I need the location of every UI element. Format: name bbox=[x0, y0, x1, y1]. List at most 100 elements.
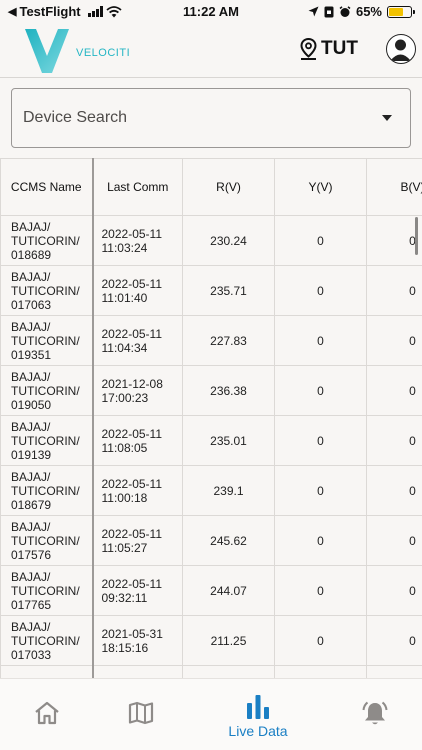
cell-r-voltage: 244.07 bbox=[182, 565, 275, 616]
column-header-ccms-name[interactable]: CCMS Name bbox=[0, 158, 94, 216]
last-comm-time: 11:05:27 bbox=[101, 540, 148, 555]
table-row[interactable]: BAJAJ/TUTICORIN/017033 2021-05-31 18:15:16… bbox=[0, 615, 422, 666]
last-comm-date: 2022-05-11 bbox=[101, 526, 163, 541]
ccms-name-line: TUTICORIN/ bbox=[11, 433, 80, 448]
ccms-name-line: 019139 bbox=[11, 447, 52, 462]
location-pin-icon bbox=[300, 38, 317, 60]
ccms-name-line: TUTICORIN/ bbox=[11, 633, 80, 648]
cell-last-comm: 2021-05-31 18:15:16 bbox=[92, 615, 183, 666]
map-icon bbox=[128, 701, 154, 725]
last-comm-date: 2022-05-11 bbox=[101, 426, 163, 441]
header-divider bbox=[0, 77, 422, 78]
brand-name: VELOCITI bbox=[76, 47, 131, 59]
cell-ccms-name: BAJAJ/ bbox=[0, 665, 94, 678]
avatar[interactable] bbox=[386, 34, 416, 64]
ccms-name-line: BAJAJ/ bbox=[11, 419, 51, 434]
nav-item-alerts[interactable] bbox=[360, 679, 390, 750]
table-row[interactable]: BAJAJ/TUTICORIN/018679 2022-05-11 11:00:18… bbox=[0, 465, 422, 516]
cell-r-voltage bbox=[182, 665, 275, 678]
column-header-y-voltage[interactable]: Y(V) bbox=[274, 158, 367, 216]
cell-last-comm: 2022-05-11 11:00:18 bbox=[92, 465, 183, 516]
cell-r-voltage: 236.38 bbox=[182, 365, 275, 416]
cell-r-voltage: 227.83 bbox=[182, 315, 275, 366]
cell-ccms-name: BAJAJ/TUTICORIN/018679 bbox=[0, 465, 94, 516]
cell-last-comm: 2021-12-08 17:00:23 bbox=[92, 365, 183, 416]
cell-y-voltage bbox=[274, 665, 367, 678]
ccms-name-line: 018679 bbox=[11, 497, 52, 512]
cell-r-voltage: 239.1 bbox=[182, 465, 275, 516]
column-header-r-voltage[interactable]: R(V) bbox=[182, 158, 275, 216]
ccms-name-line: TUTICORIN/ bbox=[11, 533, 80, 548]
cell-y-voltage: 0 bbox=[274, 415, 367, 466]
last-comm-date: 2022-05-11 bbox=[101, 276, 163, 291]
battery-icon bbox=[387, 5, 415, 18]
ccms-name-line: 017576 bbox=[11, 547, 52, 562]
cell-last-comm: 2022-05-11 11:01:40 bbox=[92, 265, 183, 316]
cell-y-voltage: 0 bbox=[274, 365, 367, 416]
cell-ccms-name: BAJAJ/TUTICORIN/017576 bbox=[0, 515, 94, 566]
cell-ccms-name: BAJAJ/TUTICORIN/017765 bbox=[0, 565, 94, 616]
last-comm-date: 2021-05-31 bbox=[101, 626, 163, 641]
ccms-name-line: TUTICORIN/ bbox=[11, 233, 80, 248]
location-selector[interactable]: TUT bbox=[300, 38, 358, 60]
column-header-last-comm[interactable]: Last Comm bbox=[92, 158, 183, 216]
ccms-name-line: TUTICORIN/ bbox=[11, 483, 80, 498]
table-row[interactable]: BAJAJ/TUTICORIN/017063 2022-05-11 11:01:40… bbox=[0, 265, 422, 316]
ccms-name-line: TUTICORIN/ bbox=[11, 583, 80, 598]
last-comm-date: 2022-05-11 bbox=[101, 226, 163, 241]
cell-b-voltage: 0 bbox=[366, 415, 422, 466]
cell-b-voltage: 0 bbox=[366, 465, 422, 516]
last-comm-time: 11:03:24 bbox=[101, 240, 148, 255]
cell-y-voltage: 0 bbox=[274, 615, 367, 666]
location-arrow-icon bbox=[308, 6, 319, 17]
dropdown-arrow-icon[interactable] bbox=[382, 115, 392, 121]
ccms-name-line: BAJAJ/ bbox=[11, 269, 51, 284]
battery-fill bbox=[389, 7, 403, 16]
table-row[interactable]: BAJAJ/TUTICORIN/019050 2021-12-08 17:00:23… bbox=[0, 365, 422, 416]
bell-alert-icon bbox=[362, 701, 388, 725]
bottom-nav: Live Data bbox=[0, 678, 422, 750]
cell-last-comm: 2022-05-11 11:05:27 bbox=[92, 515, 183, 566]
ccms-name-line: BAJAJ/ bbox=[11, 519, 51, 534]
table-row[interactable]: BAJAJ/TUTICORIN/019351 2022-05-11 11:04:34… bbox=[0, 315, 422, 366]
column-header-b-voltage[interactable]: B(V) bbox=[366, 158, 422, 216]
home-icon bbox=[35, 701, 59, 725]
cell-last-comm: 2022-05-11 11:04:34 bbox=[92, 315, 183, 366]
nav-item-home[interactable] bbox=[30, 679, 64, 750]
alarm-icon bbox=[339, 5, 351, 17]
cell-y-voltage: 0 bbox=[274, 265, 367, 316]
last-comm-date: 2022-05-11 bbox=[101, 326, 163, 341]
table-row[interactable]: BAJAJ/TUTICORIN/017765 2022-05-11 09:32:11… bbox=[0, 565, 422, 616]
bar-chart-icon bbox=[247, 695, 269, 719]
status-right: 65% bbox=[308, 4, 415, 19]
cell-b-voltage: 0 bbox=[366, 215, 422, 266]
cell-last-comm: 2022-05-11 09:32:11 bbox=[92, 565, 183, 616]
velociti-logo-icon bbox=[25, 29, 69, 73]
table-scrollbar[interactable] bbox=[415, 217, 418, 255]
last-comm-time: 17:00:23 bbox=[101, 390, 149, 405]
table-row[interactable]: BAJAJ/ bbox=[0, 665, 422, 678]
last-comm-date: 2022-05-11 bbox=[101, 576, 163, 591]
table-row[interactable]: BAJAJ/TUTICORIN/019139 2022-05-11 11:08:05… bbox=[0, 415, 422, 466]
ccms-name-line: 017765 bbox=[11, 597, 52, 612]
table-row[interactable]: BAJAJ/TUTICORIN/017576 2022-05-11 11:05:27… bbox=[0, 515, 422, 566]
last-comm-date: 2021-12-08 bbox=[101, 376, 163, 391]
ccms-name-line: 018689 bbox=[11, 247, 52, 262]
ccms-name-line: BAJAJ/ bbox=[11, 369, 51, 384]
cell-b-voltage bbox=[366, 665, 422, 678]
ccms-name-line: 017063 bbox=[11, 297, 52, 312]
last-comm-time: 11:04:34 bbox=[101, 340, 148, 355]
table-row[interactable]: BAJAJ/TUTICORIN/018689 2022-05-11 11:03:24… bbox=[0, 215, 422, 266]
device-search-input[interactable] bbox=[12, 89, 372, 147]
cell-ccms-name: BAJAJ/TUTICORIN/017063 bbox=[0, 265, 94, 316]
device-search-dropdown[interactable] bbox=[11, 88, 411, 148]
nav-item-live-data[interactable]: Live Data bbox=[222, 679, 294, 750]
cell-ccms-name: BAJAJ/TUTICORIN/019050 bbox=[0, 365, 94, 416]
live-data-table-container[interactable]: CCMS Name Last Comm R(V) Y(V) B(V) BAJAJ… bbox=[0, 158, 422, 678]
live-data-table: CCMS Name Last Comm R(V) Y(V) B(V) BAJAJ… bbox=[0, 158, 422, 678]
ccms-name-line: BAJAJ/ bbox=[11, 319, 51, 334]
cell-r-voltage: 230.24 bbox=[182, 215, 275, 266]
nav-item-map[interactable] bbox=[126, 679, 156, 750]
last-comm-time: 11:08:05 bbox=[101, 440, 148, 455]
cell-r-voltage: 245.62 bbox=[182, 515, 275, 566]
